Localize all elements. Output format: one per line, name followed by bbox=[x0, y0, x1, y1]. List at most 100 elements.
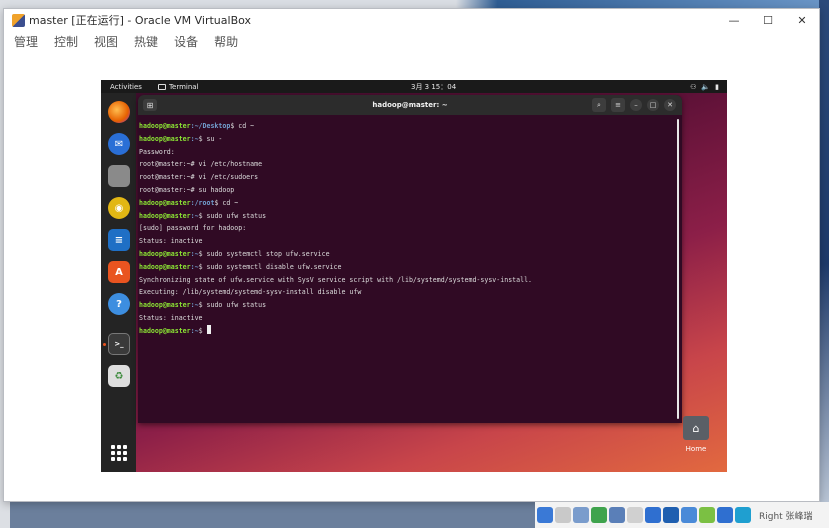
hamburger-menu-icon[interactable]: ≡ bbox=[611, 98, 625, 112]
menu-hotkeys[interactable]: 热键 bbox=[134, 33, 158, 50]
grid-dot bbox=[123, 445, 127, 449]
taskbar-icon-6[interactable] bbox=[627, 507, 643, 523]
taskbar-icon-5[interactable] bbox=[609, 507, 625, 523]
terminal-maximize-button[interactable]: □ bbox=[647, 99, 659, 111]
topbar-clock[interactable]: 3月 3 15：04 bbox=[411, 82, 456, 92]
prompt-path: :~ bbox=[190, 262, 199, 271]
terminal-line: hadoop@master:~$ sudo ufw status bbox=[139, 299, 682, 312]
menu-help[interactable]: 帮助 bbox=[214, 33, 238, 50]
output-text: Executing: /lib/systemd/systemd-sysv-ins… bbox=[139, 288, 362, 297]
topbar-app-menu[interactable]: Terminal bbox=[157, 83, 199, 91]
terminal-dock-icon[interactable]: >_ bbox=[108, 333, 130, 355]
terminal-line: hadoop@master:~$ sudo systemctl stop ufw… bbox=[139, 248, 682, 261]
guest-screen[interactable]: Activities Terminal 3月 3 15：04 ⚇ 🔈 ▮ ✉ ◉ ≡… bbox=[101, 80, 727, 472]
software-icon[interactable]: A bbox=[108, 261, 130, 283]
taskbar-text: Right 张峰瑞 bbox=[759, 511, 813, 522]
vbox-menubar: 管理 控制 视图 热键 设备 帮助 bbox=[4, 31, 819, 51]
show-apps-grid-icon[interactable] bbox=[111, 445, 127, 461]
taskbar-icon-11[interactable] bbox=[717, 507, 733, 523]
host-taskbar: Right 张峰瑞 bbox=[535, 502, 829, 528]
prompt-user: hadoop@master bbox=[139, 198, 191, 207]
ubuntu-dock: ✉ ◉ ≡ A? >_ ♻ bbox=[101, 93, 136, 472]
menu-devices[interactable]: 设备 bbox=[174, 33, 198, 50]
terminal-scrollbar[interactable] bbox=[677, 119, 679, 419]
prompt-path: :~/Desktop bbox=[190, 122, 231, 130]
system-tray[interactable]: ⚇ 🔈 ▮ bbox=[690, 83, 719, 91]
terminal-line: hadoop@master:/root$ cd ~ bbox=[139, 197, 682, 210]
trash-icon[interactable]: ♻ bbox=[108, 365, 130, 387]
search-icon[interactable]: ⌕ bbox=[592, 98, 606, 112]
prompt-user: hadoop@master bbox=[139, 262, 191, 271]
taskbar-icon-10[interactable] bbox=[699, 507, 715, 523]
taskbar-icon-12[interactable] bbox=[735, 507, 751, 523]
rhythmbox-icon[interactable]: ◉ bbox=[108, 197, 130, 219]
prompt-path: :~ bbox=[190, 301, 199, 310]
writer-icon[interactable]: ≡ bbox=[108, 229, 130, 251]
prompt-command: $ cd ~ bbox=[214, 198, 239, 207]
taskbar-icon-8[interactable] bbox=[663, 507, 679, 523]
grid-dot bbox=[111, 451, 115, 455]
close-button[interactable]: ✕ bbox=[785, 9, 819, 31]
terminal-line: root@master:~# su hadoop bbox=[139, 184, 682, 197]
terminal-line: root@master:~# vi /etc/sudoers bbox=[139, 171, 682, 184]
output-text: root@master:~# su hadoop bbox=[139, 185, 235, 194]
output-text: root@master:~# vi /etc/hostname bbox=[139, 160, 263, 169]
output-text: Password: bbox=[139, 147, 175, 156]
volume-icon: 🔈 bbox=[701, 82, 711, 91]
prompt-command: $ bbox=[198, 326, 207, 335]
terminal-line: hadoop@master:~$ su - bbox=[139, 133, 682, 146]
prompt-command: $ sudo ufw status bbox=[198, 211, 267, 220]
terminal-line: Password: bbox=[139, 146, 682, 159]
home-folder-icon[interactable]: ⌂ bbox=[683, 416, 709, 440]
prompt-path: :~ bbox=[190, 249, 199, 258]
terminal-headerbar: ⊞ hadoop@master: ~ ⌕ ≡ – □ ✕ bbox=[138, 95, 682, 115]
home-folder-label: Home bbox=[685, 445, 707, 453]
terminal-line: Executing: /lib/systemd/systemd-sysv-ins… bbox=[139, 286, 682, 299]
thunderbird-icon[interactable]: ✉ bbox=[108, 133, 130, 155]
prompt-path: :~ bbox=[190, 134, 199, 143]
grid-dot bbox=[123, 451, 127, 455]
prompt-user: hadoop@master bbox=[139, 326, 191, 335]
output-text: Status: inactive bbox=[139, 237, 203, 246]
maximize-button[interactable]: ☐ bbox=[751, 9, 785, 31]
battery-icon: ▮ bbox=[715, 82, 719, 91]
terminal-line: hadoop@master:~/Desktop$ cd ~ bbox=[139, 120, 682, 133]
menu-view[interactable]: 视图 bbox=[94, 33, 118, 50]
terminal-line: hadoop@master:~$ sudo ufw status bbox=[139, 210, 682, 223]
terminal-line: Synchronizing state of ufw.service with … bbox=[139, 274, 682, 287]
grid-dot bbox=[117, 451, 121, 455]
prompt-command: $ sudo systemctl stop ufw.service bbox=[198, 249, 330, 258]
terminal-output[interactable]: hadoop@master:~/Desktop$ cd ~ hadoop@mast… bbox=[138, 115, 682, 338]
minimize-button[interactable]: — bbox=[717, 9, 751, 31]
text-cursor bbox=[206, 324, 211, 334]
terminal-close-button[interactable]: ✕ bbox=[664, 99, 676, 111]
taskbar-icon-9[interactable] bbox=[681, 507, 697, 523]
taskbar-icon-3[interactable] bbox=[573, 507, 589, 523]
network-icon: ⚇ bbox=[690, 82, 697, 91]
help-icon[interactable]: ? bbox=[108, 293, 130, 315]
taskbar-icon-4[interactable] bbox=[591, 507, 607, 523]
terminal-window[interactable]: ⊞ hadoop@master: ~ ⌕ ≡ – □ ✕ hadoop@mast… bbox=[138, 95, 682, 423]
taskbar-icon-1[interactable] bbox=[537, 507, 553, 523]
terminal-controls: ⌕ ≡ – □ ✕ bbox=[592, 98, 676, 112]
gnome-topbar: Activities Terminal 3月 3 15：04 ⚇ 🔈 ▮ bbox=[101, 80, 727, 93]
menu-control[interactable]: 控制 bbox=[54, 33, 78, 50]
terminal-line: [sudo] password for hadoop: bbox=[139, 222, 682, 235]
terminal-line: hadoop@master:~$ bbox=[139, 324, 682, 338]
dock-running-indicator bbox=[103, 343, 106, 346]
activities-button[interactable]: Activities bbox=[110, 83, 142, 91]
terminal-minimize-button[interactable]: – bbox=[630, 99, 642, 111]
vm-display-area: Activities Terminal 3月 3 15：04 ⚇ 🔈 ▮ ✉ ◉ ≡… bbox=[4, 53, 819, 501]
firefox-icon[interactable] bbox=[108, 101, 130, 123]
files-icon[interactable] bbox=[108, 165, 130, 187]
terminal-line: Status: inactive bbox=[139, 312, 682, 325]
menu-manage[interactable]: 管理 bbox=[14, 33, 38, 50]
grid-dot bbox=[111, 457, 115, 461]
grid-dot bbox=[117, 445, 121, 449]
taskbar-icon-7[interactable] bbox=[645, 507, 661, 523]
prompt-command: $ cd ~ bbox=[230, 122, 255, 130]
virtualbox-app-icon bbox=[12, 13, 25, 27]
taskbar-icon-2[interactable] bbox=[555, 507, 571, 523]
grid-dot bbox=[117, 457, 121, 461]
grid-dot bbox=[123, 457, 127, 461]
